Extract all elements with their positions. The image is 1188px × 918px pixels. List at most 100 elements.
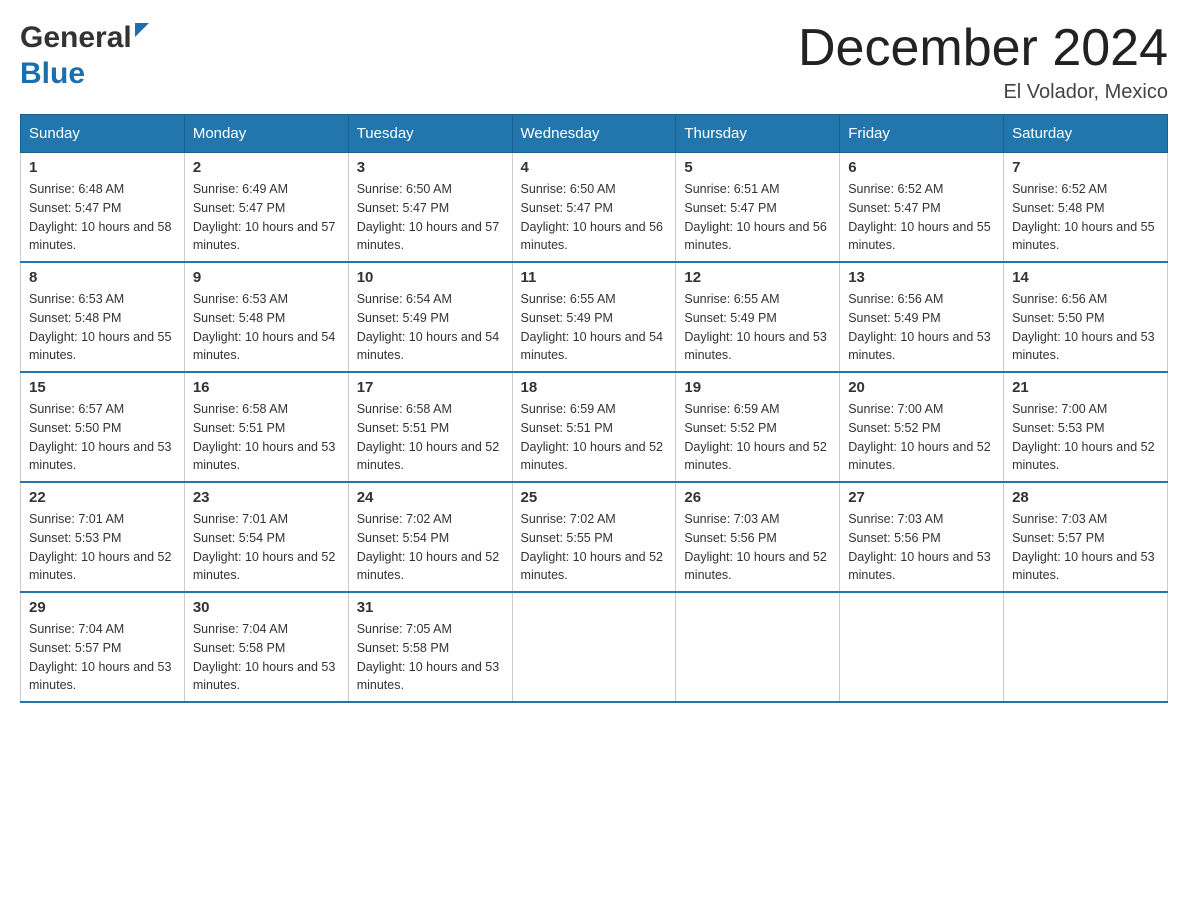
day-number: 25 <box>521 489 668 506</box>
calendar-week-row: 15 Sunrise: 6:57 AMSunset: 5:50 PMDaylig… <box>21 372 1168 482</box>
day-number: 9 <box>193 269 340 286</box>
logo: General Blue <box>20 20 149 92</box>
calendar-empty-cell <box>840 592 1004 702</box>
calendar-day-cell: 2 Sunrise: 6:49 AMSunset: 5:47 PMDayligh… <box>184 153 348 263</box>
location: El Volador, Mexico <box>798 81 1168 104</box>
day-info: Sunrise: 7:03 AMSunset: 5:56 PMDaylight:… <box>684 512 826 582</box>
calendar-empty-cell <box>676 592 840 702</box>
page-header: General Blue December 2024 El Volador, M… <box>20 20 1168 104</box>
calendar-day-cell: 28 Sunrise: 7:03 AMSunset: 5:57 PMDaylig… <box>1004 482 1168 592</box>
logo-blue: Blue <box>20 57 85 90</box>
day-number: 26 <box>684 489 831 506</box>
calendar-day-cell: 9 Sunrise: 6:53 AMSunset: 5:48 PMDayligh… <box>184 262 348 372</box>
calendar-week-row: 8 Sunrise: 6:53 AMSunset: 5:48 PMDayligh… <box>21 262 1168 372</box>
day-info: Sunrise: 7:01 AMSunset: 5:53 PMDaylight:… <box>29 512 171 582</box>
calendar-day-cell: 27 Sunrise: 7:03 AMSunset: 5:56 PMDaylig… <box>840 482 1004 592</box>
day-number: 13 <box>848 269 995 286</box>
day-info: Sunrise: 7:01 AMSunset: 5:54 PMDaylight:… <box>193 512 335 582</box>
day-info: Sunrise: 6:54 AMSunset: 5:49 PMDaylight:… <box>357 292 499 362</box>
day-number: 3 <box>357 159 504 176</box>
calendar-week-row: 29 Sunrise: 7:04 AMSunset: 5:57 PMDaylig… <box>21 592 1168 702</box>
calendar-week-row: 1 Sunrise: 6:48 AMSunset: 5:47 PMDayligh… <box>21 153 1168 263</box>
day-number: 24 <box>357 489 504 506</box>
day-number: 7 <box>1012 159 1159 176</box>
day-info: Sunrise: 6:59 AMSunset: 5:52 PMDaylight:… <box>684 402 826 472</box>
day-number: 21 <box>1012 379 1159 396</box>
day-info: Sunrise: 6:58 AMSunset: 5:51 PMDaylight:… <box>193 402 335 472</box>
day-info: Sunrise: 6:55 AMSunset: 5:49 PMDaylight:… <box>521 292 663 362</box>
calendar-day-cell: 10 Sunrise: 6:54 AMSunset: 5:49 PMDaylig… <box>348 262 512 372</box>
day-number: 2 <box>193 159 340 176</box>
day-info: Sunrise: 6:49 AMSunset: 5:47 PMDaylight:… <box>193 182 335 252</box>
calendar-header: SundayMondayTuesdayWednesdayThursdayFrid… <box>21 115 1168 153</box>
day-number: 15 <box>29 379 176 396</box>
day-number: 10 <box>357 269 504 286</box>
calendar-day-cell: 20 Sunrise: 7:00 AMSunset: 5:52 PMDaylig… <box>840 372 1004 482</box>
calendar-day-cell: 22 Sunrise: 7:01 AMSunset: 5:53 PMDaylig… <box>21 482 185 592</box>
calendar-day-cell: 23 Sunrise: 7:01 AMSunset: 5:54 PMDaylig… <box>184 482 348 592</box>
calendar-day-cell: 30 Sunrise: 7:04 AMSunset: 5:58 PMDaylig… <box>184 592 348 702</box>
calendar-day-cell: 16 Sunrise: 6:58 AMSunset: 5:51 PMDaylig… <box>184 372 348 482</box>
day-info: Sunrise: 6:52 AMSunset: 5:48 PMDaylight:… <box>1012 182 1154 252</box>
day-info: Sunrise: 6:50 AMSunset: 5:47 PMDaylight:… <box>357 182 499 252</box>
calendar-day-cell: 13 Sunrise: 6:56 AMSunset: 5:49 PMDaylig… <box>840 262 1004 372</box>
weekday-header-thursday: Thursday <box>676 115 840 153</box>
weekday-header-friday: Friday <box>840 115 1004 153</box>
calendar-day-cell: 12 Sunrise: 6:55 AMSunset: 5:49 PMDaylig… <box>676 262 840 372</box>
calendar-day-cell: 7 Sunrise: 6:52 AMSunset: 5:48 PMDayligh… <box>1004 153 1168 263</box>
day-number: 6 <box>848 159 995 176</box>
logo-general: General <box>20 20 132 56</box>
calendar-day-cell: 14 Sunrise: 6:56 AMSunset: 5:50 PMDaylig… <box>1004 262 1168 372</box>
calendar-week-row: 22 Sunrise: 7:01 AMSunset: 5:53 PMDaylig… <box>21 482 1168 592</box>
day-info: Sunrise: 7:03 AMSunset: 5:56 PMDaylight:… <box>848 512 990 582</box>
calendar-day-cell: 15 Sunrise: 6:57 AMSunset: 5:50 PMDaylig… <box>21 372 185 482</box>
day-number: 11 <box>521 269 668 286</box>
day-info: Sunrise: 6:51 AMSunset: 5:47 PMDaylight:… <box>684 182 826 252</box>
calendar-day-cell: 29 Sunrise: 7:04 AMSunset: 5:57 PMDaylig… <box>21 592 185 702</box>
calendar-day-cell: 4 Sunrise: 6:50 AMSunset: 5:47 PMDayligh… <box>512 153 676 263</box>
day-info: Sunrise: 7:02 AMSunset: 5:55 PMDaylight:… <box>521 512 663 582</box>
day-number: 27 <box>848 489 995 506</box>
calendar-day-cell: 5 Sunrise: 6:51 AMSunset: 5:47 PMDayligh… <box>676 153 840 263</box>
month-title: December 2024 <box>798 20 1168 77</box>
day-info: Sunrise: 6:58 AMSunset: 5:51 PMDaylight:… <box>357 402 499 472</box>
day-info: Sunrise: 7:04 AMSunset: 5:57 PMDaylight:… <box>29 622 171 692</box>
weekday-header-tuesday: Tuesday <box>348 115 512 153</box>
day-number: 31 <box>357 599 504 616</box>
day-number: 19 <box>684 379 831 396</box>
calendar-day-cell: 24 Sunrise: 7:02 AMSunset: 5:54 PMDaylig… <box>348 482 512 592</box>
weekday-header-row: SundayMondayTuesdayWednesdayThursdayFrid… <box>21 115 1168 153</box>
weekday-header-sunday: Sunday <box>21 115 185 153</box>
day-info: Sunrise: 7:03 AMSunset: 5:57 PMDaylight:… <box>1012 512 1154 582</box>
calendar-day-cell: 18 Sunrise: 6:59 AMSunset: 5:51 PMDaylig… <box>512 372 676 482</box>
day-info: Sunrise: 6:55 AMSunset: 5:49 PMDaylight:… <box>684 292 826 362</box>
day-info: Sunrise: 6:53 AMSunset: 5:48 PMDaylight:… <box>193 292 335 362</box>
day-info: Sunrise: 6:59 AMSunset: 5:51 PMDaylight:… <box>521 402 663 472</box>
day-number: 14 <box>1012 269 1159 286</box>
day-number: 20 <box>848 379 995 396</box>
day-number: 8 <box>29 269 176 286</box>
day-number: 1 <box>29 159 176 176</box>
day-number: 29 <box>29 599 176 616</box>
day-number: 18 <box>521 379 668 396</box>
day-number: 16 <box>193 379 340 396</box>
day-number: 30 <box>193 599 340 616</box>
weekday-header-saturday: Saturday <box>1004 115 1168 153</box>
calendar-day-cell: 1 Sunrise: 6:48 AMSunset: 5:47 PMDayligh… <box>21 153 185 263</box>
day-info: Sunrise: 6:56 AMSunset: 5:50 PMDaylight:… <box>1012 292 1154 362</box>
day-info: Sunrise: 7:04 AMSunset: 5:58 PMDaylight:… <box>193 622 335 692</box>
day-number: 23 <box>193 489 340 506</box>
calendar-day-cell: 8 Sunrise: 6:53 AMSunset: 5:48 PMDayligh… <box>21 262 185 372</box>
day-number: 4 <box>521 159 668 176</box>
day-info: Sunrise: 6:48 AMSunset: 5:47 PMDaylight:… <box>29 182 171 252</box>
day-number: 22 <box>29 489 176 506</box>
day-info: Sunrise: 7:00 AMSunset: 5:52 PMDaylight:… <box>848 402 990 472</box>
calendar-empty-cell <box>512 592 676 702</box>
day-info: Sunrise: 6:50 AMSunset: 5:47 PMDaylight:… <box>521 182 663 252</box>
day-info: Sunrise: 7:00 AMSunset: 5:53 PMDaylight:… <box>1012 402 1154 472</box>
weekday-header-monday: Monday <box>184 115 348 153</box>
title-block: December 2024 El Volador, Mexico <box>798 20 1168 104</box>
calendar-empty-cell <box>1004 592 1168 702</box>
logo-arrow-icon <box>135 23 149 37</box>
calendar-day-cell: 3 Sunrise: 6:50 AMSunset: 5:47 PMDayligh… <box>348 153 512 263</box>
